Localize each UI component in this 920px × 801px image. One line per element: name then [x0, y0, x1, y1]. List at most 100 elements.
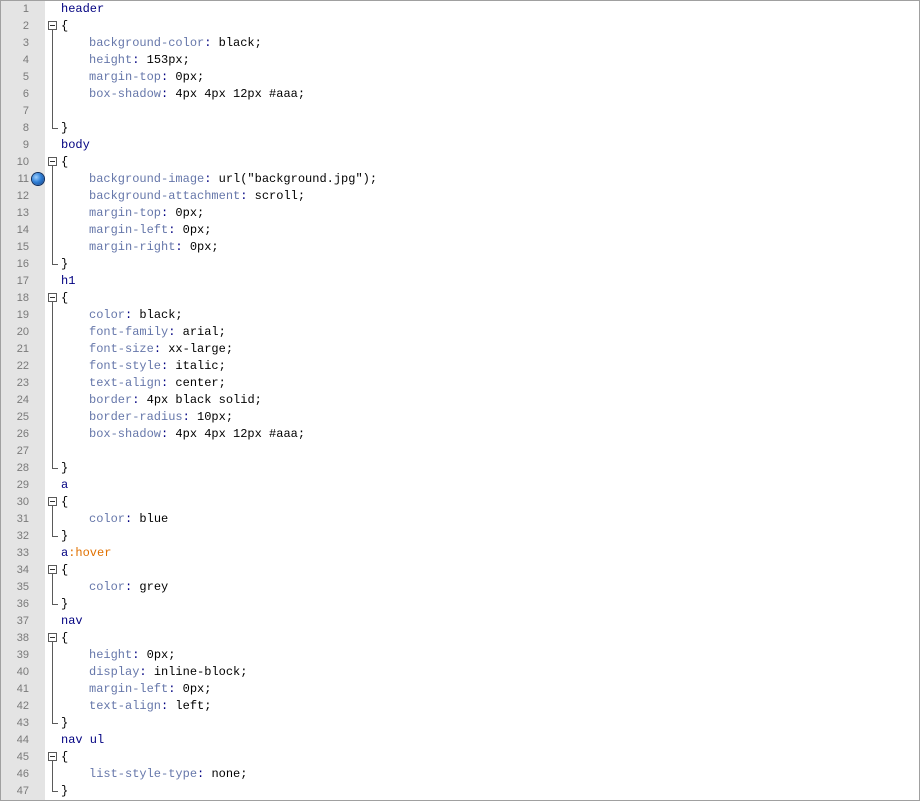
line-number: 30	[16, 496, 29, 508]
code-line[interactable]: 44 nav ul	[1, 732, 919, 749]
fold-end-marker	[52, 715, 58, 724]
css-value: scroll;	[254, 189, 306, 203]
close-brace: }	[61, 716, 69, 730]
code-line[interactable]: 46 list-style-type: none;	[1, 766, 919, 783]
code-line[interactable]: 24 border: 4px black solid;	[1, 392, 919, 409]
colon-separator: :	[161, 376, 176, 390]
code-line[interactable]: 4 height: 153px;	[1, 52, 919, 69]
code-line[interactable]: 29 a	[1, 477, 919, 494]
line-number: 28	[16, 462, 29, 474]
line-number: 24	[16, 394, 29, 406]
close-brace: }	[61, 461, 69, 475]
fold-line	[52, 766, 53, 783]
bookmark-icon[interactable]	[32, 173, 44, 185]
code-line[interactable]: 13 margin-top: 0px;	[1, 205, 919, 222]
fold-line	[52, 86, 53, 103]
code-line[interactable]: 10 {	[1, 154, 919, 171]
code-line[interactable]: 23 text-align: center;	[1, 375, 919, 392]
fold-line	[52, 647, 53, 664]
code-line[interactable]: 33 a:hover	[1, 545, 919, 562]
fold-line	[52, 579, 53, 596]
css-declaration: height: 0px;	[89, 647, 175, 664]
code-line[interactable]: 22 font-style: italic;	[1, 358, 919, 375]
code-line[interactable]: 14 margin-left: 0px;	[1, 222, 919, 239]
fold-collapse-icon[interactable]	[48, 157, 57, 166]
code-line[interactable]: 15 margin-right: 0px;	[1, 239, 919, 256]
fold-line	[52, 239, 53, 256]
code-line[interactable]: 7	[1, 103, 919, 120]
css-declaration: border-radius: 10px;	[89, 409, 233, 426]
code-line[interactable]: 12 background-attachment: scroll;	[1, 188, 919, 205]
code-line[interactable]: 27	[1, 443, 919, 460]
code-line[interactable]: 1 header	[1, 1, 919, 18]
code-line[interactable]: 28}	[1, 460, 919, 477]
css-value: url("background.jpg");	[218, 172, 378, 186]
line-number: 6	[22, 88, 29, 100]
css-selector: header	[61, 2, 105, 16]
css-property: margin-top	[89, 206, 162, 220]
code-line[interactable]: 35 color: grey	[1, 579, 919, 596]
code-line[interactable]: 43}	[1, 715, 919, 732]
fold-line	[52, 426, 53, 443]
css-value: italic;	[175, 359, 226, 373]
code-editor[interactable]: 1 header 2{3 background-color: black; 4 heigh…	[0, 0, 920, 801]
code-line[interactable]: 18 {	[1, 290, 919, 307]
code-line[interactable]: 26 box-shadow: 4px 4px 12px #aaa;	[1, 426, 919, 443]
code-line[interactable]: 47}	[1, 783, 919, 800]
line-number: 44	[16, 734, 29, 746]
line-number: 39	[16, 649, 29, 661]
code-line[interactable]: 32}	[1, 528, 919, 545]
css-property: color	[89, 580, 126, 594]
fold-line	[52, 443, 53, 460]
colon-separator: :	[175, 240, 190, 254]
code-line[interactable]: 2{	[1, 18, 919, 35]
css-value: 4px 4px 12px #aaa;	[175, 87, 306, 101]
code-line[interactable]: 19 color: black;	[1, 307, 919, 324]
code-line[interactable]: 16}	[1, 256, 919, 273]
fold-collapse-icon[interactable]	[48, 21, 57, 30]
colon-separator: :	[153, 342, 169, 356]
line-number: 42	[16, 700, 29, 712]
css-value: grey	[139, 580, 169, 594]
code-line[interactable]: 45 {	[1, 749, 919, 766]
code-line[interactable]: 11 background-image: url("background.jpg"…	[1, 171, 919, 188]
code-line[interactable]: 8}	[1, 120, 919, 137]
css-declaration: font-family: arial;	[89, 324, 226, 341]
fold-collapse-icon[interactable]	[48, 633, 57, 642]
fold-collapse-icon[interactable]	[48, 497, 57, 506]
open-brace: {	[61, 563, 69, 577]
code-line[interactable]: 34 {	[1, 562, 919, 579]
colon-separator: :	[132, 393, 147, 407]
line-number: 41	[16, 683, 29, 695]
code-line[interactable]: 31 color: blue	[1, 511, 919, 528]
fold-collapse-icon[interactable]	[48, 293, 57, 302]
line-number: 20	[16, 326, 29, 338]
code-line[interactable]: 37 nav	[1, 613, 919, 630]
code-line[interactable]: 20 font-family: arial;	[1, 324, 919, 341]
code-line[interactable]: 9 body	[1, 137, 919, 154]
code-line[interactable]: 39 height: 0px;	[1, 647, 919, 664]
code-line[interactable]: 17 h1	[1, 273, 919, 290]
fold-line	[52, 681, 53, 698]
fold-collapse-icon[interactable]	[48, 752, 57, 761]
code-line[interactable]: 38 {	[1, 630, 919, 647]
code-line[interactable]: 21 font-size: xx-large;	[1, 341, 919, 358]
code-line[interactable]: 3 background-color: black;	[1, 35, 919, 52]
colon-separator: :	[125, 580, 140, 594]
fold-collapse-icon[interactable]	[48, 565, 57, 574]
code-line[interactable]: 41 margin-left: 0px;	[1, 681, 919, 698]
css-declaration: border: 4px black solid;	[89, 392, 262, 409]
code-line[interactable]: 36}	[1, 596, 919, 613]
code-line[interactable]: 30 {	[1, 494, 919, 511]
line-number: 12	[16, 190, 29, 202]
code-line[interactable]: 6 box-shadow: 4px 4px 12px #aaa;	[1, 86, 919, 103]
colon-separator: :	[204, 36, 219, 50]
code-line[interactable]: 42 text-align: left;	[1, 698, 919, 715]
css-value: 10px;	[197, 410, 234, 424]
code-line[interactable]: 5 margin-top: 0px;	[1, 69, 919, 86]
line-number: 2	[22, 20, 29, 32]
line-number: 5	[22, 71, 29, 83]
code-line[interactable]: 40 display: inline-block;	[1, 664, 919, 681]
code-line[interactable]: 25 border-radius: 10px;	[1, 409, 919, 426]
css-declaration: font-style: italic;	[89, 358, 226, 375]
